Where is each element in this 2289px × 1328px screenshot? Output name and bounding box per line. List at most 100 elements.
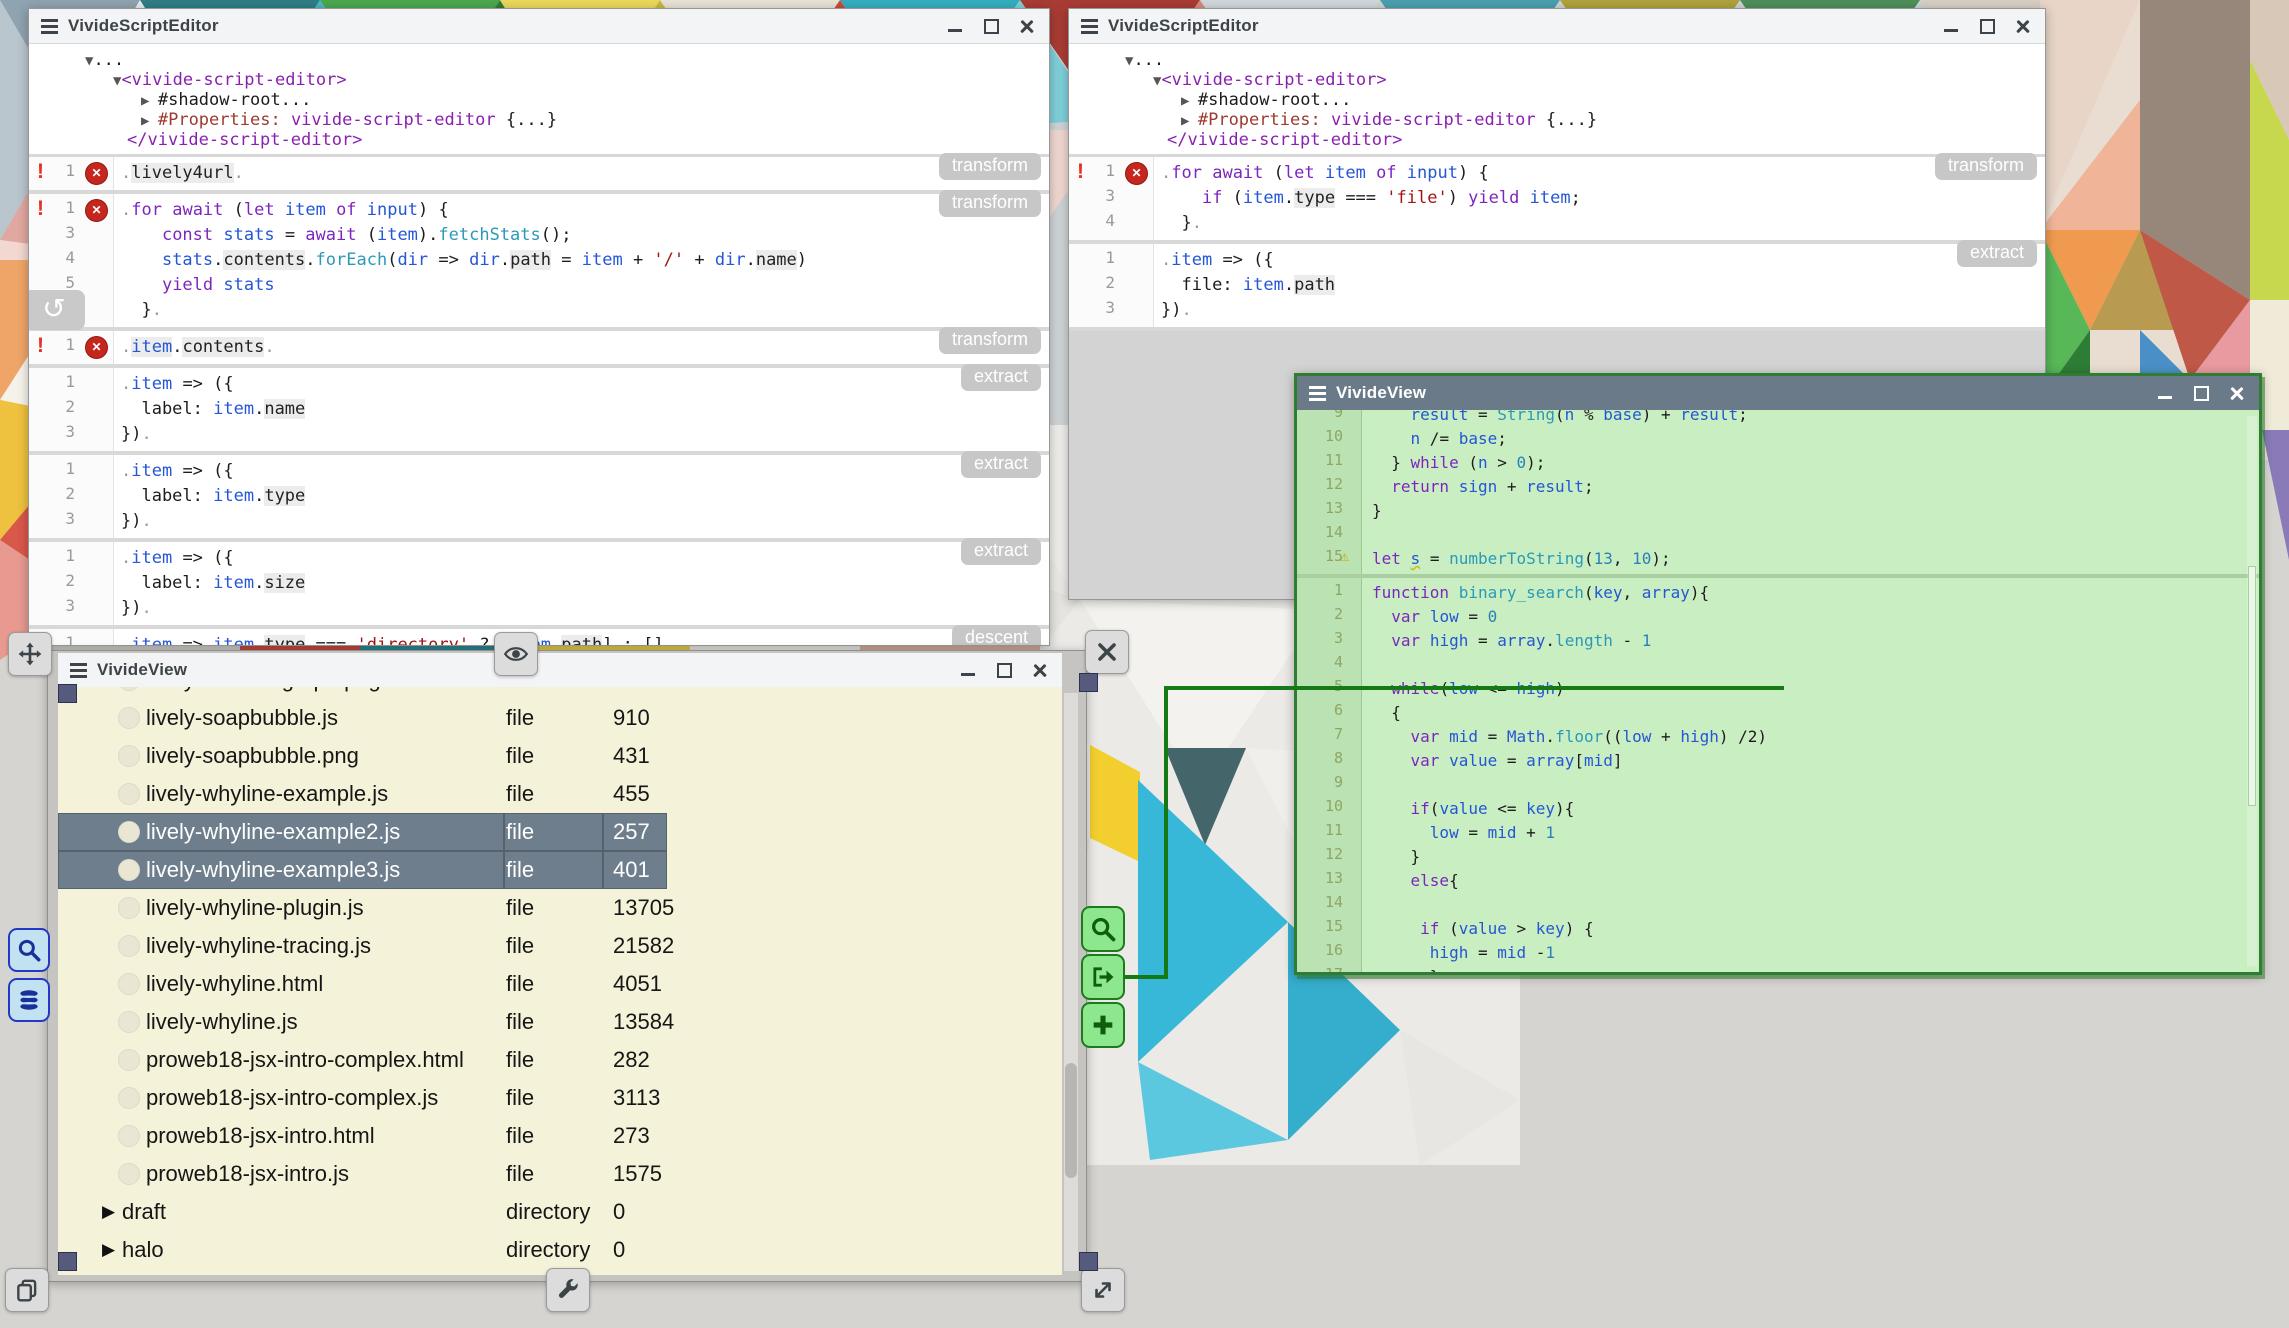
close-button[interactable] bbox=[2015, 18, 2031, 34]
code-line[interactable]: while(low <= high) bbox=[1372, 677, 2259, 701]
code-line[interactable]: .item => ({ bbox=[121, 459, 1049, 484]
list-item[interactable]: ▶halodirectory0 bbox=[58, 1231, 1062, 1269]
tree-row[interactable]: ▼<vivide-script-editor> bbox=[29, 70, 1049, 90]
list-item[interactable]: ▶draftdirectory0 bbox=[58, 1193, 1062, 1231]
code-area[interactable]: .for await (let item of input) { if (ite… bbox=[1154, 157, 2045, 240]
probe-search-button[interactable] bbox=[1081, 906, 1125, 952]
code-line[interactable]: var value = array[mid] bbox=[1372, 749, 2259, 773]
error-badge-icon[interactable]: ✕ bbox=[85, 162, 108, 185]
maximize-button[interactable] bbox=[996, 662, 1012, 678]
code-area[interactable]: .item => ({ file: item.path}). bbox=[1154, 244, 2045, 327]
script-type-label[interactable]: extract bbox=[961, 451, 1041, 478]
code-area[interactable]: .for await (let item of input) { const s… bbox=[114, 194, 1049, 327]
code-line[interactable]: n /= base; bbox=[1372, 427, 2259, 451]
code-area[interactable]: result = String(n % base) + result; n /=… bbox=[1362, 410, 2259, 574]
corner-handle[interactable] bbox=[58, 1252, 77, 1271]
code-line[interactable]: let s = numberToString(13, 10); bbox=[1372, 547, 2259, 571]
script-section[interactable]: extract123.item => ({ label: item.name})… bbox=[29, 368, 1049, 451]
code-line[interactable] bbox=[1372, 523, 2259, 547]
tree-row[interactable]: </vivide-script-editor> bbox=[1069, 130, 2045, 150]
script-section[interactable]: extract123.item => ({ file: item.path}). bbox=[1069, 244, 2045, 327]
scrollbar-thumb[interactable] bbox=[2248, 566, 2256, 806]
code-line[interactable]: const stats = await (item).fetchStats(); bbox=[121, 223, 1049, 248]
corner-handle[interactable] bbox=[1079, 673, 1098, 692]
list-item[interactable]: lively-soapbubble.jsfile910 bbox=[58, 699, 1062, 737]
code-line[interactable]: if (value > key) { bbox=[1372, 917, 2259, 941]
code-line[interactable]: stats.contents.forEach(dir => dir.path =… bbox=[121, 248, 1049, 273]
code-line[interactable]: file: item.path bbox=[1161, 273, 2045, 298]
minimize-button[interactable] bbox=[947, 18, 963, 34]
script-type-label[interactable]: descent bbox=[952, 625, 1041, 646]
code-line[interactable]: function binary_search(key, array){ bbox=[1372, 581, 2259, 605]
script-section[interactable]: descent1.item => item.type === 'director… bbox=[29, 629, 1049, 646]
code-line[interactable]: }). bbox=[121, 596, 1049, 621]
tree-row[interactable]: ▼... bbox=[1069, 50, 2045, 70]
tree-row[interactable]: ▶ #Properties: vivide-script-editor {...… bbox=[1069, 110, 2045, 130]
code-line[interactable]: var mid = Math.floor((low + high) /2) bbox=[1372, 725, 2259, 749]
title-bar[interactable]: VivideScriptEditor bbox=[29, 9, 1049, 44]
code-line[interactable] bbox=[1372, 773, 2259, 797]
close-button[interactable] bbox=[1019, 18, 1035, 34]
expand-arrow-icon[interactable]: ▶ bbox=[102, 1193, 115, 1231]
list-item[interactable]: lively-whyline-example.jsfile455 bbox=[58, 775, 1062, 813]
list-item[interactable]: lively-soapbubble.pngfile431 bbox=[58, 737, 1062, 775]
tree-row[interactable]: ▶ #Properties: vivide-script-editor {...… bbox=[29, 110, 1049, 130]
scrollbar[interactable] bbox=[1064, 693, 1078, 1271]
list-item[interactable]: lively-module-graph.pngfile44061 bbox=[58, 687, 1062, 699]
add-button[interactable] bbox=[1081, 1002, 1125, 1048]
code-line[interactable]: if(value <= key){ bbox=[1372, 797, 2259, 821]
title-bar[interactable]: VivideView bbox=[1297, 376, 2259, 410]
code-area[interactable]: .item => item.type === 'directory' ? [it… bbox=[114, 629, 1049, 646]
code-line[interactable]: } while (n > 0); bbox=[1372, 451, 2259, 475]
title-bar[interactable]: VivideView bbox=[58, 653, 1062, 688]
code-line[interactable]: .item => ({ bbox=[121, 546, 1049, 571]
code-line[interactable] bbox=[1372, 653, 2259, 677]
script-section[interactable]: transform!✕134.for await (let item of in… bbox=[1069, 157, 2045, 240]
script-section[interactable]: extract123.item => ({ label: item.size})… bbox=[29, 542, 1049, 625]
move-button[interactable] bbox=[8, 632, 52, 676]
list-item[interactable]: lively-whyline-plugin.jsfile13705 bbox=[58, 889, 1062, 927]
maximize-button[interactable] bbox=[2193, 385, 2209, 401]
tree-row[interactable]: ▼<vivide-script-editor> bbox=[1069, 70, 2045, 90]
code-line[interactable] bbox=[1372, 893, 2259, 917]
close-button[interactable] bbox=[1032, 662, 1048, 678]
code-line[interactable]: var low = 0 bbox=[1372, 605, 2259, 629]
code-line[interactable]: .item => ({ bbox=[1161, 248, 2045, 273]
code-section[interactable]: 1234567891011121314151617function binary… bbox=[1297, 574, 2259, 972]
resize-button[interactable] bbox=[1081, 1268, 1125, 1312]
script-type-label[interactable]: transform bbox=[939, 190, 1041, 217]
hamburger-menu-icon[interactable] bbox=[70, 669, 87, 672]
error-badge-icon[interactable]: ✕ bbox=[85, 199, 108, 222]
error-badge-icon[interactable]: ✕ bbox=[85, 336, 108, 359]
code-view[interactable]: 9101112131415⚠ result = String(n % base)… bbox=[1297, 410, 2259, 972]
code-line[interactable]: } bbox=[1372, 845, 2259, 869]
hamburger-menu-icon[interactable] bbox=[1081, 25, 1098, 28]
code-line[interactable]: { bbox=[1372, 701, 2259, 725]
close-halo-button[interactable] bbox=[1085, 630, 1129, 674]
script-type-label[interactable]: transform bbox=[939, 153, 1041, 180]
minimize-button[interactable] bbox=[960, 662, 976, 678]
code-line[interactable]: }). bbox=[121, 509, 1049, 534]
code-line[interactable]: .for await (let item of input) { bbox=[1161, 161, 2045, 186]
code-line[interactable]: }). bbox=[1161, 298, 2045, 323]
code-area[interactable]: .item => ({ label: item.name}). bbox=[114, 368, 1049, 451]
code-line[interactable]: if (item.type === 'file') yield item; bbox=[1161, 186, 2045, 211]
tree-row[interactable]: ▼... bbox=[29, 50, 1049, 70]
hamburger-menu-icon[interactable] bbox=[1309, 392, 1326, 395]
code-line[interactable]: return sign + result; bbox=[1372, 475, 2259, 499]
script-section[interactable]: transform!✕↺13456.for await (let item of… bbox=[29, 194, 1049, 327]
list-item[interactable]: lively-whyline.jsfile13584 bbox=[58, 1003, 1062, 1041]
code-line[interactable]: .item => item.type === 'directory' ? [it… bbox=[121, 633, 1049, 646]
preview-button[interactable] bbox=[494, 632, 538, 676]
code-area[interactable]: .item => ({ label: item.type}). bbox=[114, 455, 1049, 538]
code-line[interactable]: yield stats bbox=[121, 273, 1049, 298]
code-line[interactable]: else{ bbox=[1372, 869, 2259, 893]
list-item[interactable]: lively-whyline-example3.jsfile401 bbox=[58, 851, 1062, 889]
title-bar[interactable]: VivideScriptEditor bbox=[1069, 9, 2045, 44]
script-section[interactable]: transform!✕1.lively4url. bbox=[29, 157, 1049, 190]
code-line[interactable]: var high = array.length - 1 bbox=[1372, 629, 2259, 653]
code-line[interactable]: .item.contents. bbox=[121, 335, 1049, 360]
list-item[interactable]: proweb18-jsx-intro.htmlfile273 bbox=[58, 1117, 1062, 1155]
code-area[interactable]: .item.contents. bbox=[114, 331, 1049, 364]
script-type-label[interactable]: extract bbox=[961, 538, 1041, 565]
